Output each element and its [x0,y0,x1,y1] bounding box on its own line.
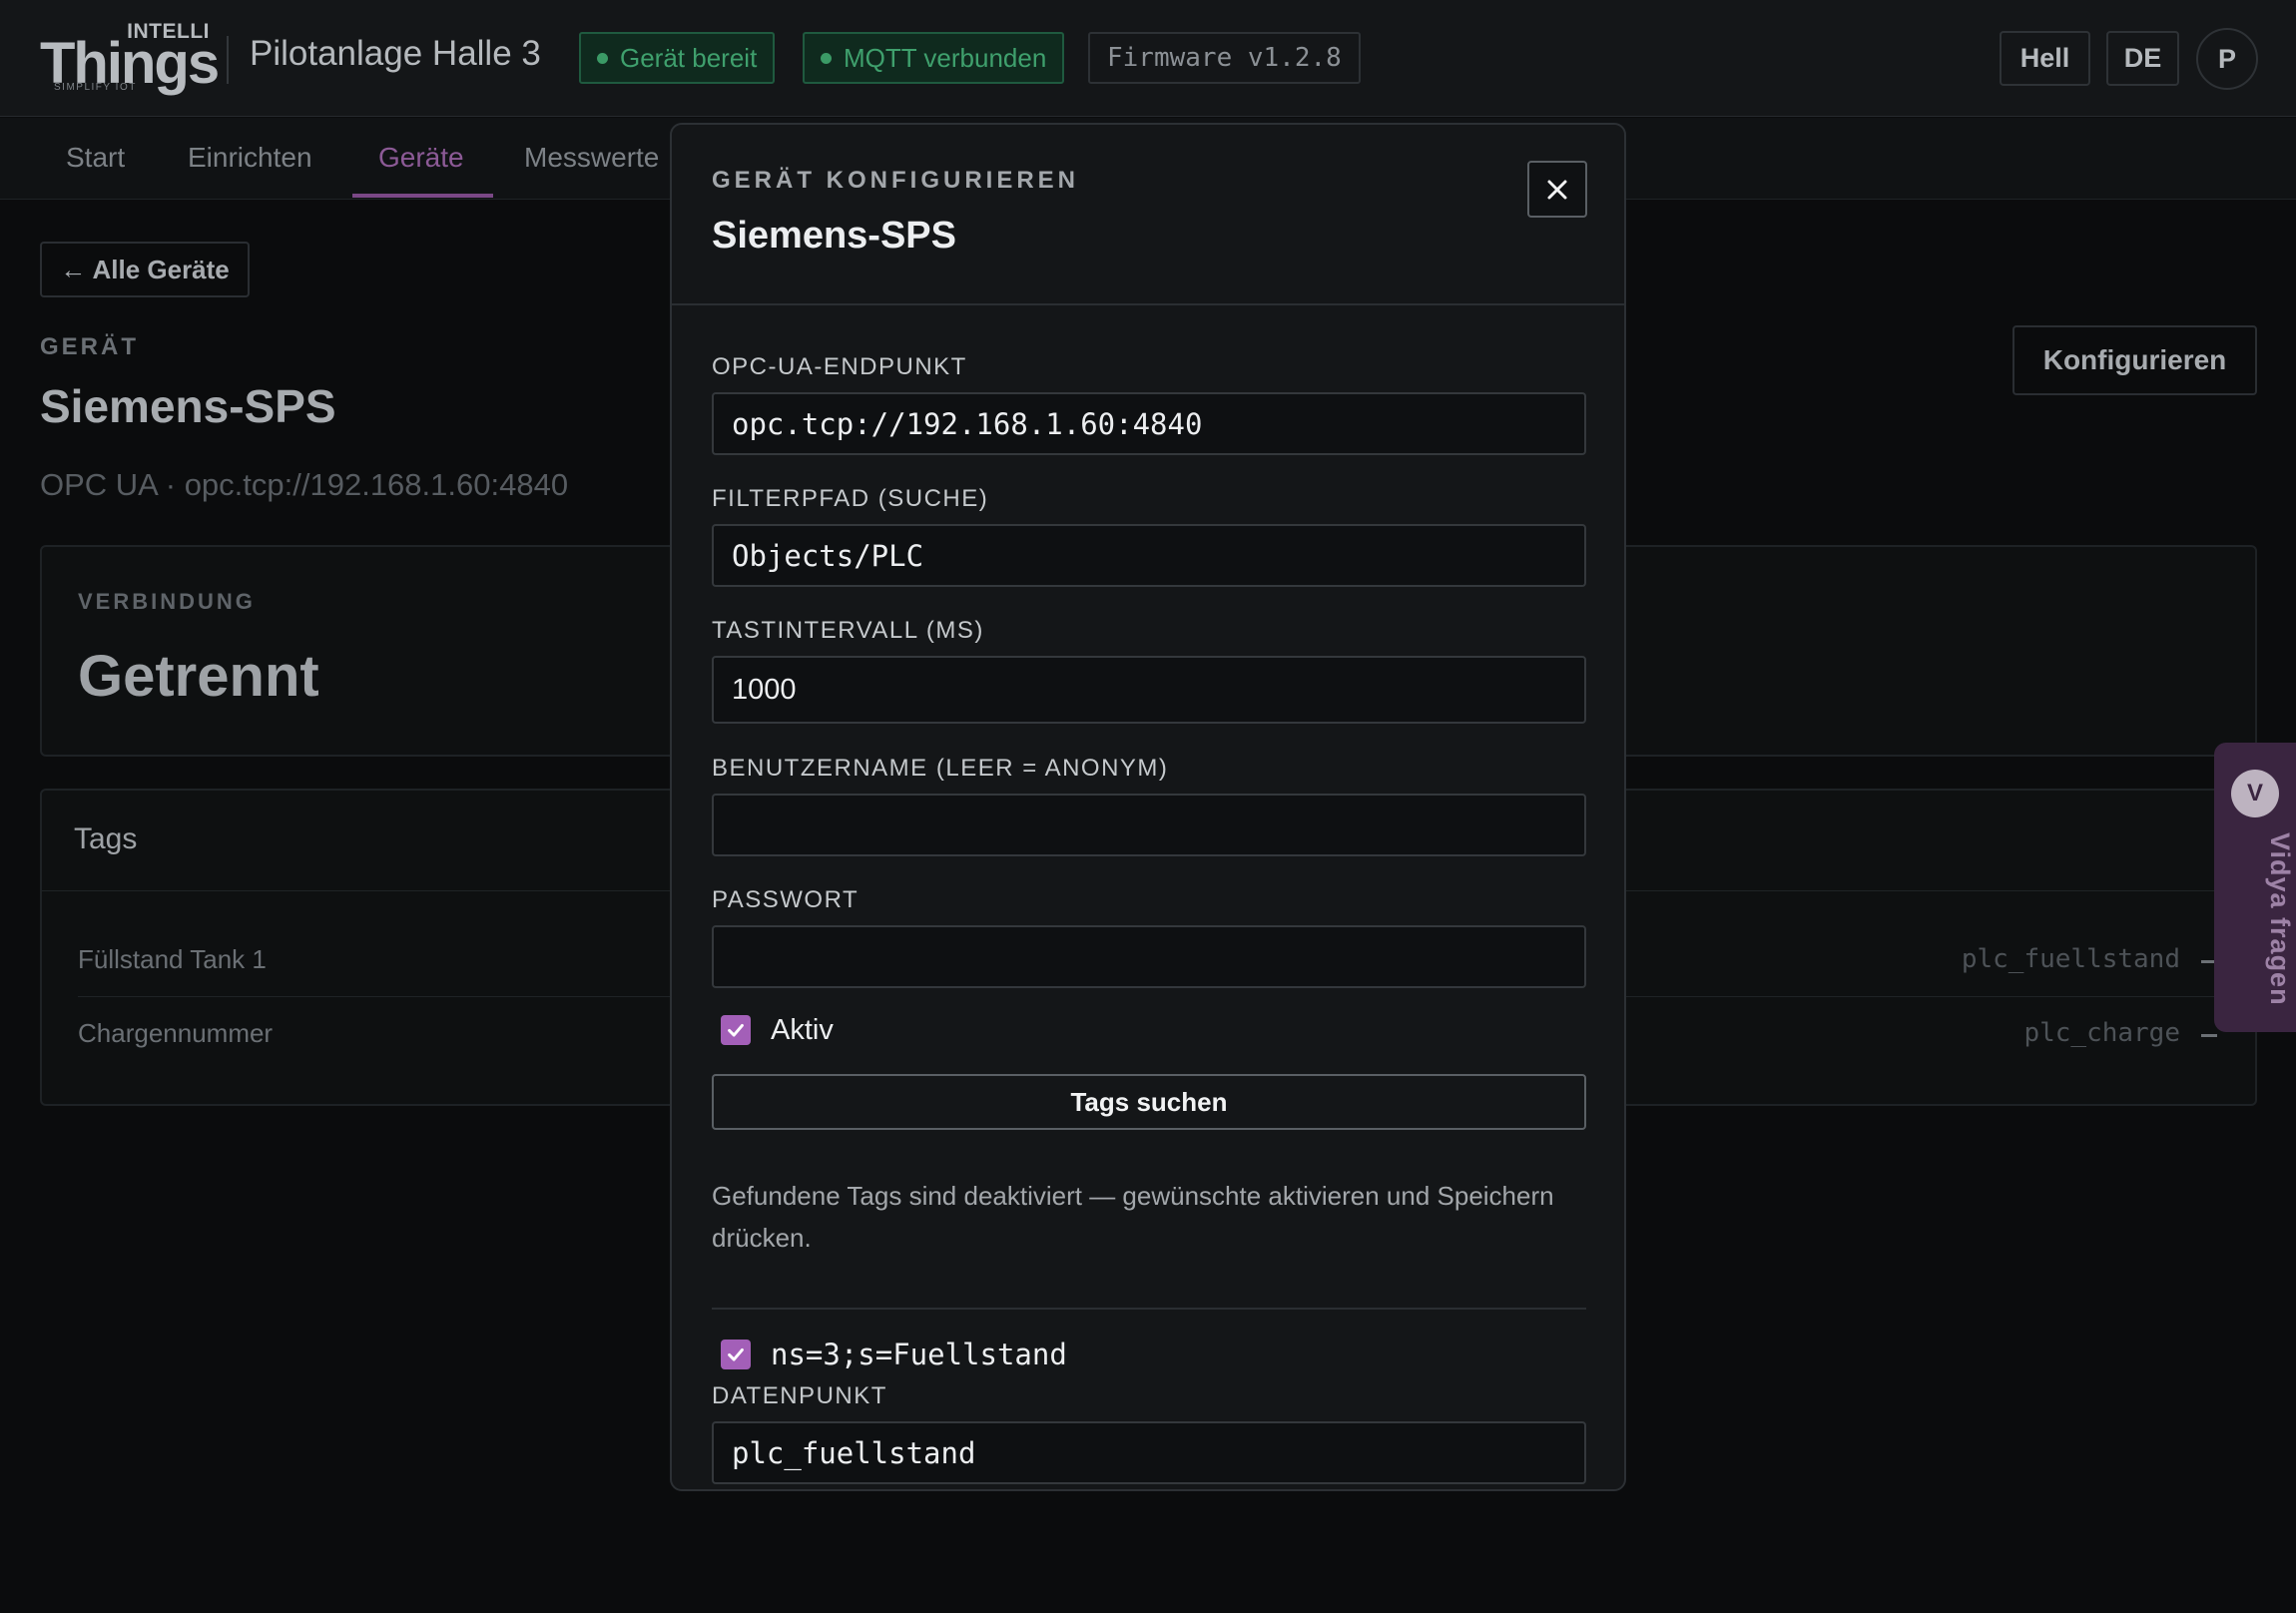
tag-row-datapoint: plc_fuellstand [1961,944,2180,974]
firmware-badge: Firmware v1.2.8 [1088,32,1361,84]
plant-title: Pilotanlage Halle 3 [250,34,541,73]
tag-row-datapoint: plc_charge [2023,1018,2180,1048]
filter-path-input[interactable]: Objects/PLC [712,524,1586,587]
password-label: PASSWORT [712,886,860,913]
device-subtitle: OPC UA · opc.tcp://192.168.1.60:4840 [40,467,569,502]
back-to-devices-button[interactable]: ← Alle Geräte [40,242,250,297]
modal-eyebrow: GERÄT KONFIGURIEREN [712,167,1080,194]
username-input[interactable] [712,794,1586,856]
checkmark-icon [728,1023,744,1037]
active-label: Aktiv [771,1014,834,1046]
theme-toggle-button[interactable]: Hell [2000,31,2090,86]
nav-tab-einrichten[interactable]: Einrichten [188,142,312,174]
assistant-side-tab[interactable]: V Vidya fragen [2214,743,2296,1032]
close-icon [1547,180,1567,199]
endpoint-input[interactable]: opc.tcp://192.168.1.60:4840 [712,392,1586,455]
connection-eyebrow: VERBINDUNG [78,589,256,614]
language-button[interactable]: DE [2106,31,2179,86]
device-ready-badge: Gerät bereit [579,32,776,84]
logo-tagline: SIMPLIFY IOT [54,82,137,93]
sample-interval-label: TASTINTERVALL (MS) [712,617,984,644]
username-label: BENUTZERNAME (LEER = ANONYM) [712,755,1169,782]
device-eyebrow: GERÄT [40,333,139,360]
endpoint-label: OPC-UA-ENDPUNKT [712,353,967,380]
close-button[interactable] [1527,161,1587,218]
mqtt-connected-badge: MQTT verbunden [803,32,1065,84]
found-tag-node-id: ns=3;s=Fuellstand [771,1338,1067,1371]
tag-row-remove-icon[interactable] [2201,1034,2217,1037]
configure-button[interactable]: Konfigurieren [2012,325,2257,395]
tags-title: Tags [74,822,138,855]
sample-interval-input[interactable]: 1000 [712,656,1586,724]
tag-row-label: Chargennummer [78,1018,274,1048]
app-header: INTELLI Things SIMPLIFY IOT Pilotanlage … [0,0,2296,117]
device-ready-label: Gerät bereit [620,42,758,73]
password-input[interactable] [712,925,1586,988]
modal-header-divider [672,303,1624,305]
connection-status: Getrennt [78,644,319,709]
mqtt-connected-label: MQTT verbunden [844,42,1047,73]
filter-path-label: FILTERPFAD (SUCHE) [712,485,989,512]
tag-row-label: Füllstand Tank 1 [78,944,267,974]
nav-tab-geraete[interactable]: Geräte [378,142,464,174]
status-dot-icon [597,52,608,64]
nav-tab-messwerte[interactable]: Messwerte [524,142,659,174]
header-divider [227,36,229,84]
configure-device-modal: GERÄT KONFIGURIEREN Siemens-SPS OPC-UA-E… [670,123,1626,1491]
assistant-tab-label: Vidya fragen [2265,832,2295,1006]
nav-tab-start[interactable]: Start [66,142,125,174]
datapoint-label: DATENPUNKT [712,1382,887,1409]
intellithings-logo[interactable]: INTELLI Things SIMPLIFY IOT [40,20,220,96]
user-avatar[interactable]: P [2196,28,2258,90]
modal-title: Siemens-SPS [712,215,956,257]
status-dot-icon [821,52,832,64]
active-checkbox[interactable] [721,1015,751,1045]
search-tags-button[interactable]: Tags suchen [712,1074,1586,1130]
found-tags-divider [712,1308,1586,1310]
device-title: Siemens-SPS [40,380,336,432]
search-hint-text: Gefundene Tags sind deaktiviert — gewüns… [712,1181,1554,1253]
active-tab-indicator [352,194,493,198]
datapoint-input[interactable]: plc_fuellstand [712,1421,1586,1484]
found-tag-checkbox[interactable] [721,1340,751,1369]
assistant-avatar-icon: V [2231,770,2279,817]
checkmark-icon [728,1347,744,1361]
